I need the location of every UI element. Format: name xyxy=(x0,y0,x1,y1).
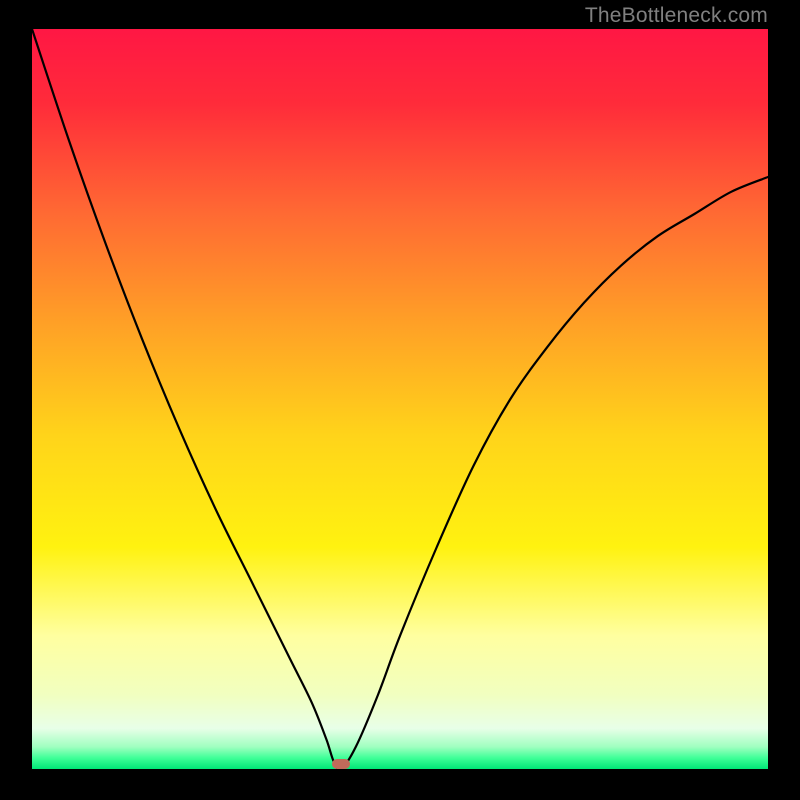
bottleneck-curve xyxy=(32,29,768,769)
minimum-marker xyxy=(332,759,350,769)
watermark-text: TheBottleneck.com xyxy=(585,4,768,28)
curve-layer xyxy=(32,29,768,769)
chart-frame: TheBottleneck.com xyxy=(0,0,800,800)
plot-area xyxy=(32,29,768,769)
